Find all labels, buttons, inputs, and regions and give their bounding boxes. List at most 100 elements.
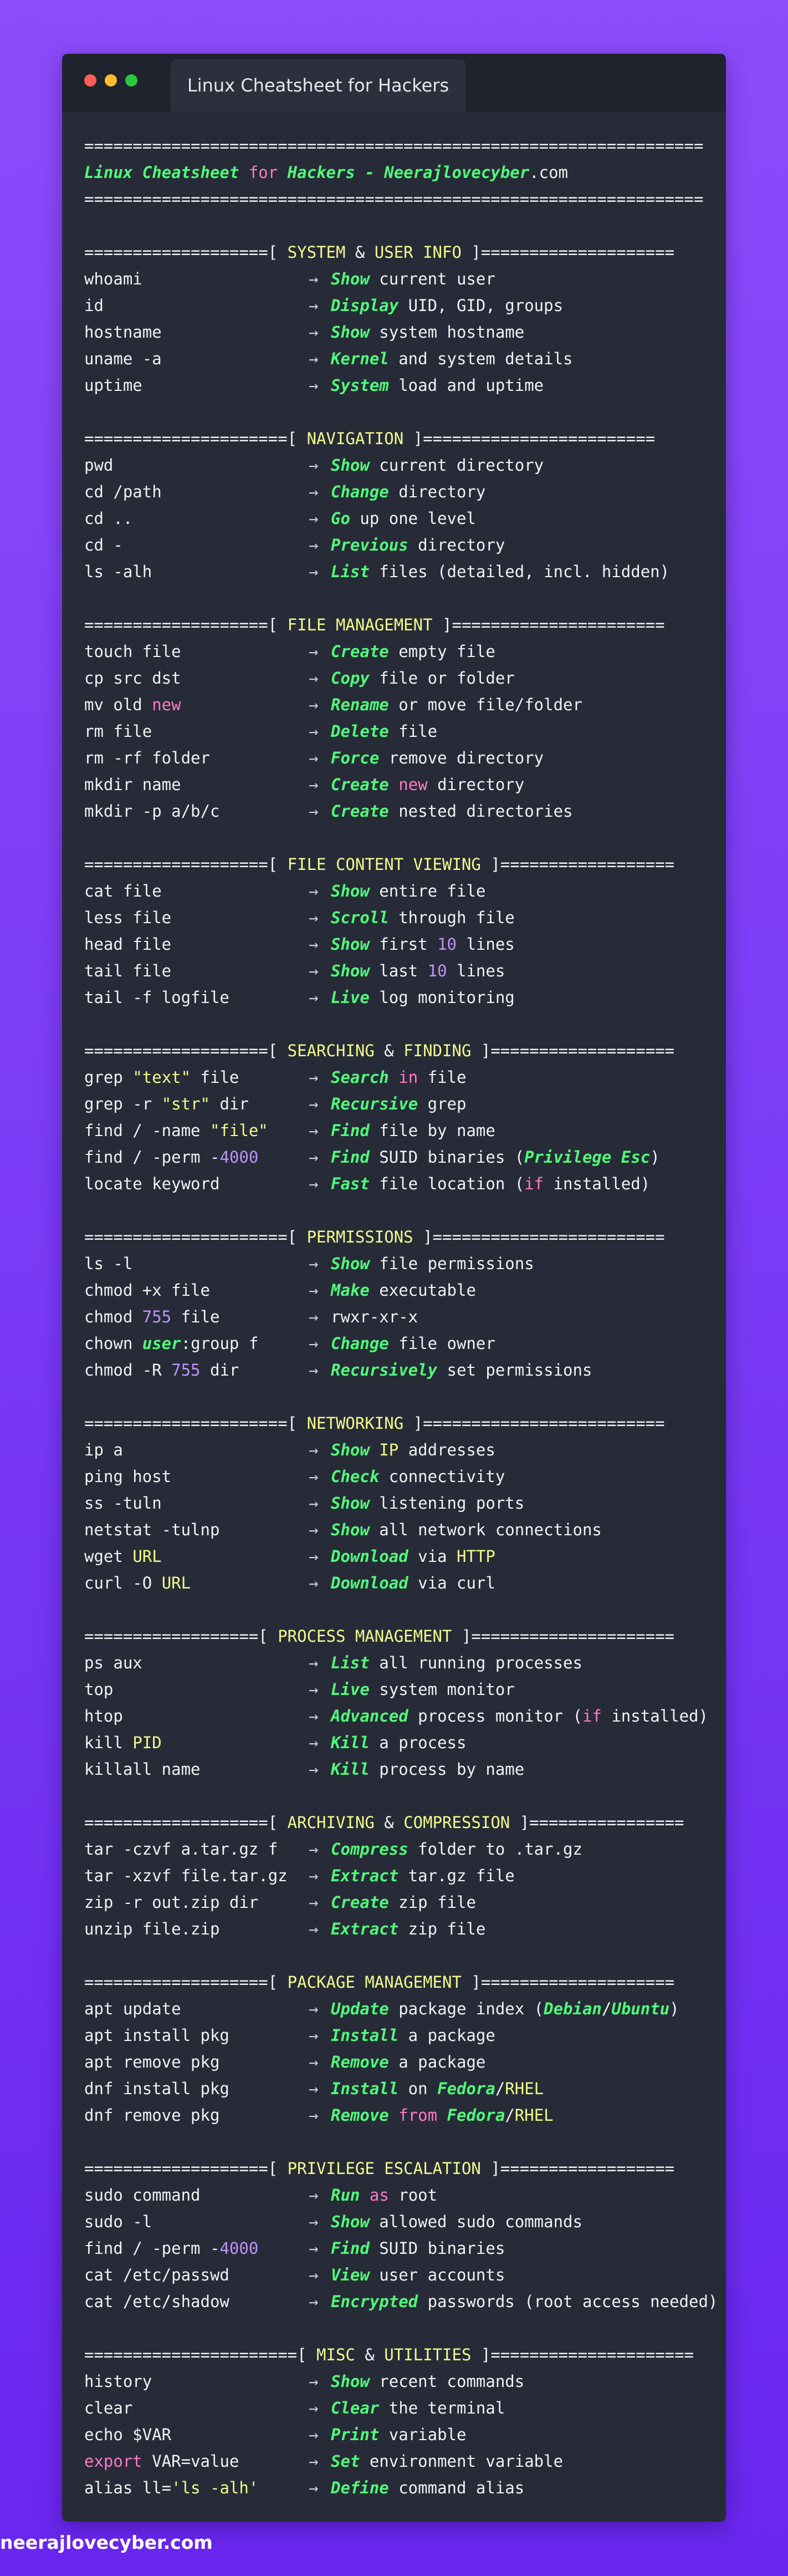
command-row: mv old new → Rename or move file/folder bbox=[84, 691, 709, 718]
command-text[interactable]: cat /etc/shadow bbox=[84, 2288, 309, 2315]
command-text[interactable]: apt update bbox=[84, 1995, 309, 2022]
command-text[interactable]: tar -czvf a.tar.gz f bbox=[84, 1836, 309, 1862]
arrow-icon: → bbox=[309, 1893, 319, 1912]
command-text[interactable]: tail -f logfile bbox=[84, 984, 309, 1011]
command-text[interactable]: cd - bbox=[84, 532, 309, 558]
command-text[interactable]: rm file bbox=[84, 718, 309, 745]
command-text[interactable]: curl -O URL bbox=[84, 1570, 309, 1596]
command-text[interactable]: mv old new bbox=[84, 691, 309, 718]
arrow-icon: → bbox=[309, 1467, 319, 1486]
command-text[interactable]: find / -perm -4000 bbox=[84, 2235, 309, 2262]
command-text[interactable]: pwd bbox=[84, 452, 309, 478]
command-text[interactable]: id bbox=[84, 292, 309, 319]
command-description: Check connectivity bbox=[331, 1467, 505, 1486]
command-text[interactable]: ip a bbox=[84, 1437, 309, 1463]
text-segment: Extract bbox=[331, 1920, 399, 1938]
text-segment: installed) bbox=[601, 1707, 708, 1725]
command-text[interactable]: cd .. bbox=[84, 505, 309, 532]
command-description: Copy file or folder bbox=[331, 669, 515, 688]
command-text[interactable]: head file bbox=[84, 931, 309, 958]
text-segment: ]================ bbox=[510, 1813, 684, 1832]
command-text[interactable]: apt remove pkg bbox=[84, 2049, 309, 2075]
arrow-icon: → bbox=[309, 695, 319, 714]
command-text[interactable]: dnf install pkg bbox=[84, 2075, 309, 2102]
command-text[interactable]: cp src dst bbox=[84, 665, 309, 691]
text-segment: a package bbox=[398, 2026, 495, 2045]
text-segment: ======================[ bbox=[84, 2345, 317, 2364]
command-text[interactable]: uptime bbox=[84, 372, 309, 399]
command-text[interactable]: top bbox=[84, 1676, 309, 1703]
command-text[interactable]: chown user:group f bbox=[84, 1330, 309, 1357]
command-text[interactable]: kill PID bbox=[84, 1729, 309, 1756]
command-text[interactable]: mkdir -p a/b/c bbox=[84, 798, 309, 824]
command-text[interactable]: sudo -l bbox=[84, 2208, 309, 2235]
section-header: ===================[ FILE MANAGEMENT ]==… bbox=[84, 612, 709, 638]
command-text[interactable]: find / -perm -4000 bbox=[84, 1144, 309, 1170]
text-segment: Show bbox=[331, 1494, 370, 1513]
command-text[interactable]: cat /etc/passwd bbox=[84, 2262, 309, 2288]
tab-cheatsheet[interactable]: Linux Cheatsheet for Hackers bbox=[171, 59, 465, 111]
command-description: Show last 10 lines bbox=[331, 961, 505, 980]
command-text[interactable]: tail file bbox=[84, 958, 309, 984]
command-text[interactable]: history bbox=[84, 2368, 309, 2395]
command-text[interactable]: chmod -R 755 dir bbox=[84, 1357, 309, 1383]
command-text[interactable]: netstat -tulnp bbox=[84, 1516, 309, 1543]
command-text[interactable]: chmod +x file bbox=[84, 1277, 309, 1304]
text-segment: Advanced bbox=[331, 1707, 408, 1725]
command-text[interactable]: mkdir name bbox=[84, 771, 309, 798]
command-text[interactable]: ls -alh bbox=[84, 558, 309, 585]
arrow-icon: → bbox=[309, 1653, 319, 1672]
command-text[interactable]: touch file bbox=[84, 638, 309, 665]
command-text[interactable]: ls -l bbox=[84, 1250, 309, 1277]
tab-title: Linux Cheatsheet for Hackers bbox=[187, 75, 449, 96]
command-description: Install on Fedora/RHEL bbox=[331, 2079, 544, 2098]
command-text[interactable]: wget URL bbox=[84, 1543, 309, 1570]
text-segment: PRIVILEGE ESCALATION bbox=[287, 2159, 481, 2178]
command-text[interactable]: ss -tuln bbox=[84, 1490, 309, 1516]
maximize-window-button[interactable] bbox=[125, 74, 137, 86]
command-text[interactable]: sudo command bbox=[84, 2182, 309, 2208]
command-text[interactable]: dnf remove pkg bbox=[84, 2102, 309, 2129]
command-text[interactable]: locate keyword bbox=[84, 1170, 309, 1197]
close-window-button[interactable] bbox=[84, 74, 96, 86]
text-segment: Download bbox=[331, 1574, 408, 1592]
command-text[interactable]: ps aux bbox=[84, 1650, 309, 1676]
text-segment: touch file bbox=[84, 642, 181, 661]
command-text[interactable]: grep "text" file bbox=[84, 1064, 309, 1091]
command-text[interactable]: whoami bbox=[84, 266, 309, 292]
text-segment: Rename bbox=[331, 695, 389, 714]
command-text[interactable]: rm -rf folder bbox=[84, 745, 309, 771]
command-text[interactable]: alias ll='ls -alh' bbox=[84, 2475, 309, 2501]
command-text[interactable]: find / -name "file" bbox=[84, 1117, 309, 1144]
command-text[interactable]: htop bbox=[84, 1703, 309, 1729]
command-text[interactable]: ping host bbox=[84, 1463, 309, 1490]
command-text[interactable]: killall name bbox=[84, 1756, 309, 1783]
text-segment: user bbox=[142, 1334, 181, 1353]
command-description: Encrypted passwords (root access needed) bbox=[331, 2292, 718, 2311]
minimize-window-button[interactable] bbox=[105, 74, 117, 86]
text-segment: Live bbox=[331, 988, 370, 1007]
text-segment: Show bbox=[331, 2212, 370, 2231]
command-text[interactable]: cat file bbox=[84, 878, 309, 904]
arrow-icon: → bbox=[309, 988, 319, 1007]
text-segment: ARCHIVING bbox=[287, 1813, 385, 1832]
text-segment: Remove bbox=[331, 2106, 389, 2125]
text-segment: log monitoring bbox=[369, 988, 515, 1007]
command-text[interactable]: zip -r out.zip dir bbox=[84, 1889, 309, 1916]
command-text[interactable]: unzip file.zip bbox=[84, 1916, 309, 1942]
command-text[interactable]: tar -xzvf file.tar.gz bbox=[84, 1862, 309, 1889]
command-text[interactable]: clear bbox=[84, 2395, 309, 2421]
command-text[interactable]: chmod 755 file bbox=[84, 1304, 309, 1330]
command-text[interactable]: cd /path bbox=[84, 478, 309, 505]
command-text[interactable]: less file bbox=[84, 904, 309, 931]
text-segment: variable bbox=[379, 2425, 467, 2444]
command-text[interactable]: apt install pkg bbox=[84, 2022, 309, 2049]
arrow-icon: → bbox=[309, 2186, 319, 2205]
command-text[interactable]: echo $VAR bbox=[84, 2421, 309, 2448]
command-text[interactable]: export VAR=value bbox=[84, 2448, 309, 2475]
command-text[interactable]: grep -r "str" dir bbox=[84, 1091, 309, 1117]
text-segment: Make bbox=[331, 1281, 370, 1300]
command-text[interactable]: hostname bbox=[84, 319, 309, 345]
command-text[interactable]: uname -a bbox=[84, 345, 309, 372]
